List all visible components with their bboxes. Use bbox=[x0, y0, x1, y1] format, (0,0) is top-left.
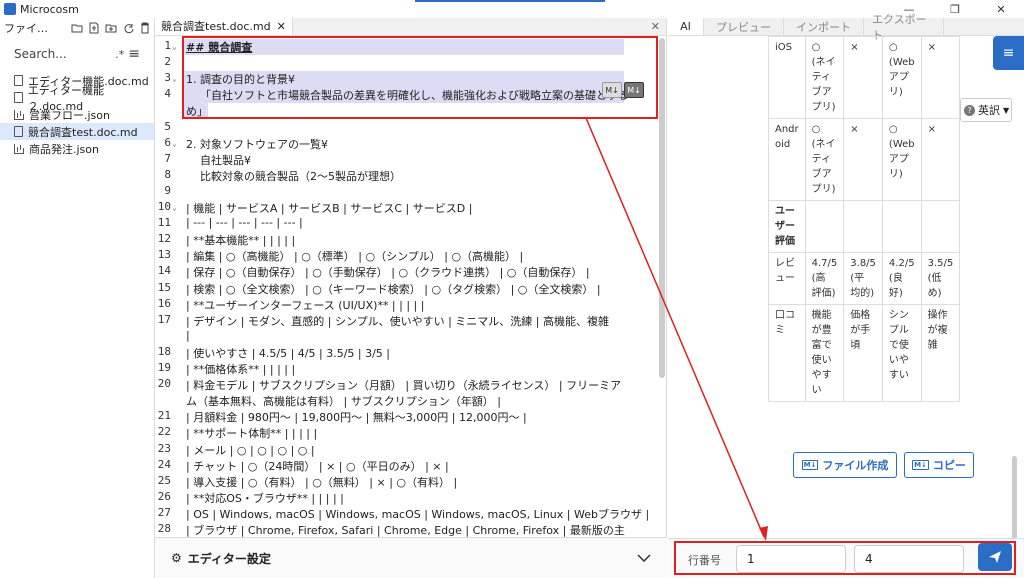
annotation-arrow bbox=[585, 117, 768, 541]
